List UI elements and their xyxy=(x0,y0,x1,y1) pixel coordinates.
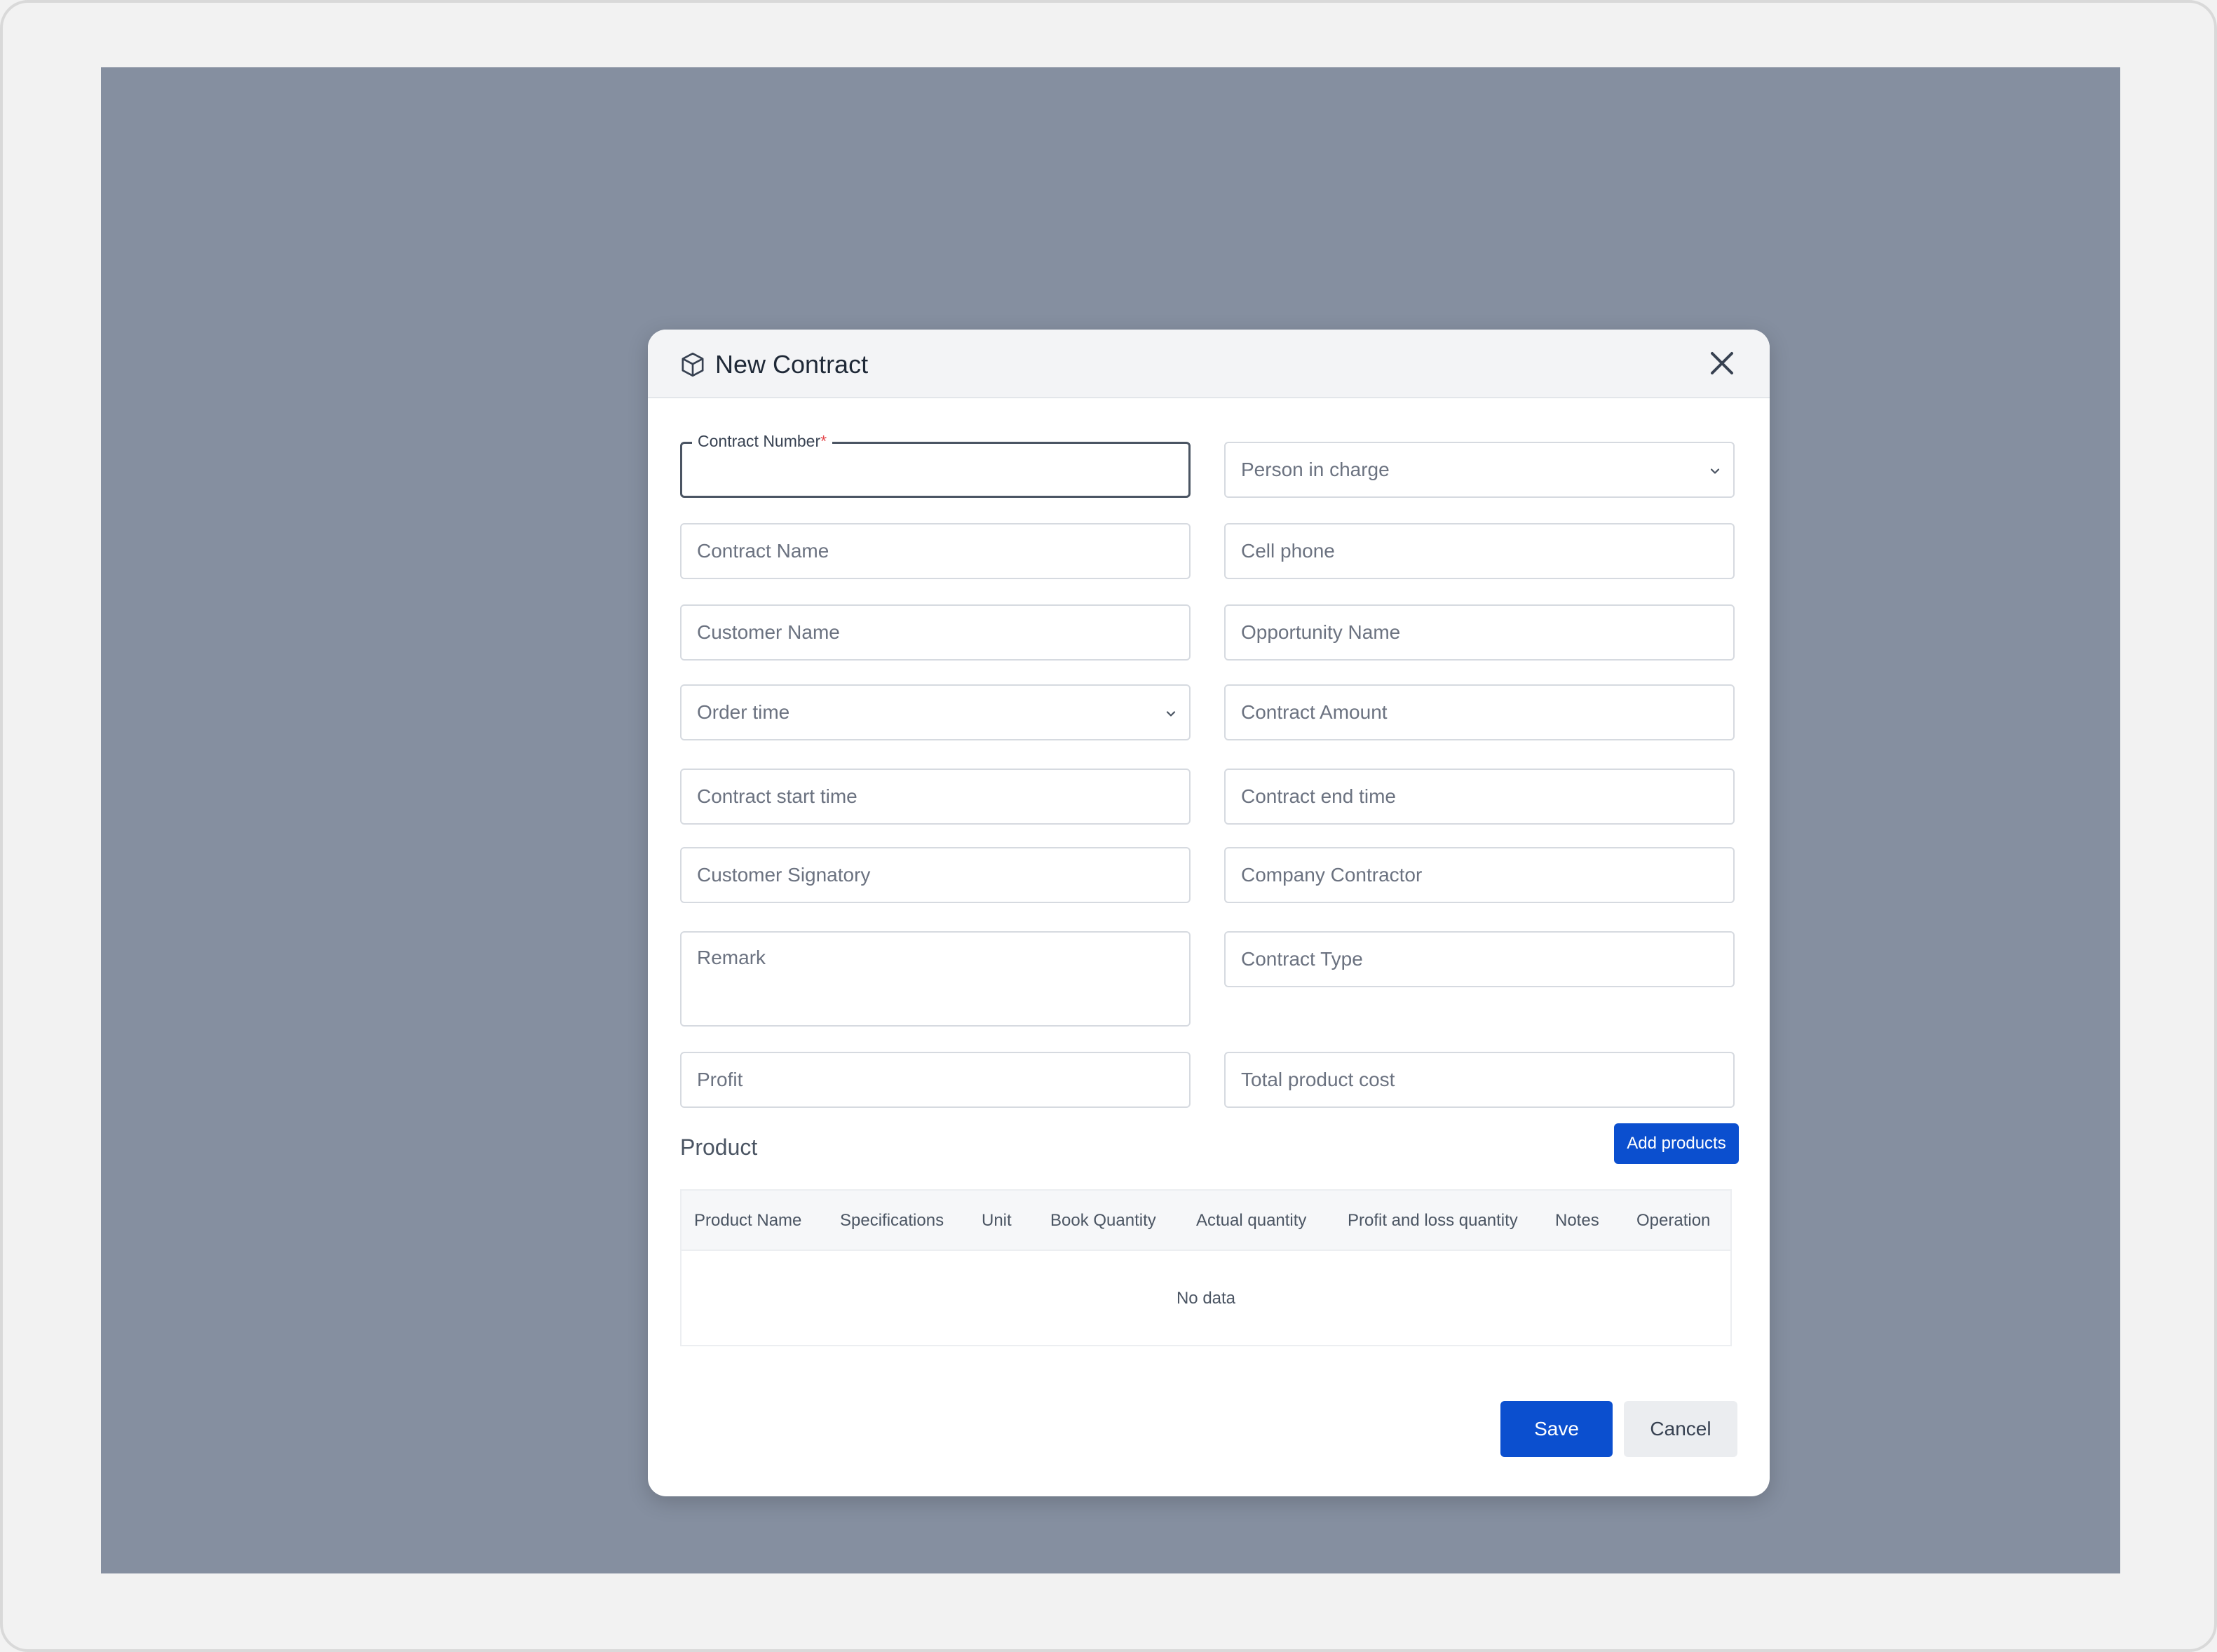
profit-field[interactable]: Profit xyxy=(680,1052,1191,1108)
contract-amount-field[interactable]: Contract Amount xyxy=(1224,684,1735,740)
contract-number-field[interactable]: Contract Number* xyxy=(680,430,1191,498)
product-table-header: Product Name Specifications Unit Book Qu… xyxy=(682,1191,1730,1251)
column-header-book-quantity: Book Quantity xyxy=(1050,1211,1156,1230)
dialog-title: New Contract xyxy=(715,350,869,379)
contract-name-field[interactable]: Contract Name xyxy=(680,523,1191,579)
column-header-profit-loss-quantity: Profit and loss quantity xyxy=(1348,1211,1518,1230)
cell-phone-field[interactable]: Cell phone xyxy=(1224,523,1735,579)
remark-placeholder: Remark xyxy=(697,947,766,968)
column-header-actual-quantity: Actual quantity xyxy=(1196,1211,1307,1230)
contract-end-time-placeholder: Contract end time xyxy=(1241,785,1396,807)
chevron-down-icon xyxy=(1710,468,1720,474)
product-table: Product Name Specifications Unit Book Qu… xyxy=(680,1189,1732,1346)
order-time-placeholder: Order time xyxy=(697,701,790,723)
person-in-charge-placeholder: Person in charge xyxy=(1241,459,1390,480)
window-frame: New Contract Contract Number* Person in … xyxy=(0,0,2217,1652)
close-icon[interactable] xyxy=(1705,346,1739,380)
column-header-operation: Operation xyxy=(1636,1211,1711,1230)
customer-signatory-placeholder: Customer Signatory xyxy=(697,864,871,886)
total-product-cost-placeholder: Total product cost xyxy=(1241,1069,1395,1090)
table-empty-state: No data xyxy=(1176,1289,1236,1308)
new-contract-dialog: New Contract Contract Number* Person in … xyxy=(648,330,1770,1496)
contract-amount-placeholder: Contract Amount xyxy=(1241,701,1388,723)
contract-start-time-placeholder: Contract start time xyxy=(697,785,857,807)
cancel-button[interactable]: Cancel xyxy=(1624,1401,1737,1457)
save-button[interactable]: Save xyxy=(1500,1401,1613,1457)
customer-signatory-field[interactable]: Customer Signatory xyxy=(680,847,1191,903)
required-marker: * xyxy=(820,432,827,450)
company-contractor-placeholder: Company Contractor xyxy=(1241,864,1423,886)
customer-name-placeholder: Customer Name xyxy=(697,621,840,643)
column-header-specifications: Specifications xyxy=(840,1211,944,1230)
cube-icon xyxy=(682,352,704,377)
profit-placeholder: Profit xyxy=(697,1069,743,1090)
contract-start-time-field[interactable]: Contract start time xyxy=(680,769,1191,825)
dialog-header: New Contract xyxy=(648,330,1770,398)
contract-type-placeholder: Contract Type xyxy=(1241,948,1363,970)
order-time-select[interactable]: Order time xyxy=(680,684,1191,740)
add-products-button[interactable]: Add products xyxy=(1614,1123,1739,1164)
modal-backdrop[interactable]: New Contract Contract Number* Person in … xyxy=(101,67,2120,1573)
contract-number-label: Contract Number* xyxy=(692,430,833,452)
remark-textarea[interactable]: Remark xyxy=(680,931,1191,1027)
cell-phone-placeholder: Cell phone xyxy=(1241,540,1335,562)
column-header-unit: Unit xyxy=(982,1211,1012,1230)
contract-name-placeholder: Contract Name xyxy=(697,540,829,562)
product-section-title: Product xyxy=(680,1135,758,1160)
column-header-notes: Notes xyxy=(1555,1211,1599,1230)
chevron-down-icon xyxy=(1166,711,1176,717)
contract-type-field[interactable]: Contract Type xyxy=(1224,931,1735,987)
opportunity-name-field[interactable]: Opportunity Name xyxy=(1224,604,1735,661)
opportunity-name-placeholder: Opportunity Name xyxy=(1241,621,1401,643)
contract-end-time-field[interactable]: Contract end time xyxy=(1224,769,1735,825)
company-contractor-field[interactable]: Company Contractor xyxy=(1224,847,1735,903)
person-in-charge-select[interactable]: Person in charge xyxy=(1224,442,1735,498)
total-product-cost-field[interactable]: Total product cost xyxy=(1224,1052,1735,1108)
customer-name-field[interactable]: Customer Name xyxy=(680,604,1191,661)
column-header-product-name: Product Name xyxy=(694,1211,802,1230)
